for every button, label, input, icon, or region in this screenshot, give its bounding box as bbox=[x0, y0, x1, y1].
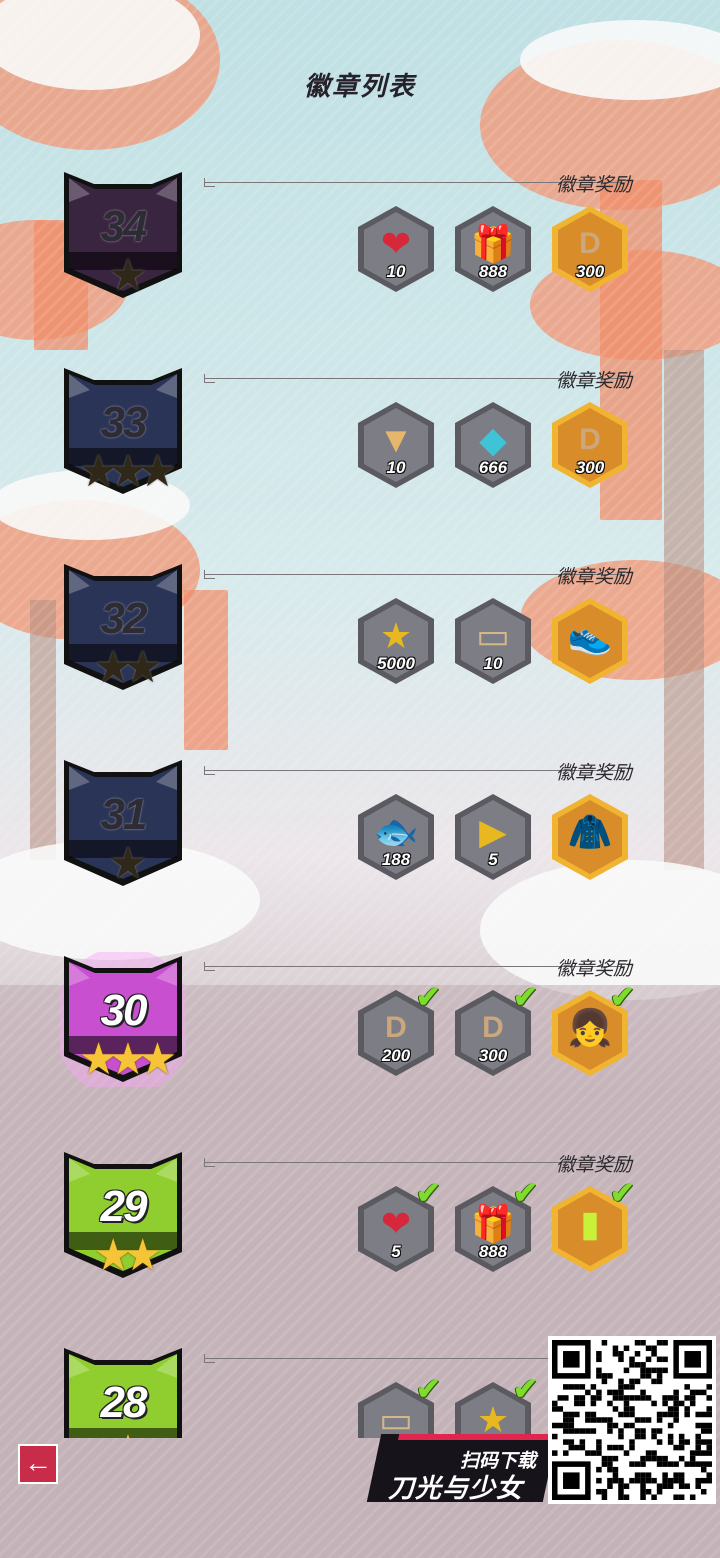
claimed-check-icon: ✔ bbox=[609, 981, 635, 1014]
page-title: 徽章列表 bbox=[303, 71, 416, 101]
badge-stars: ★★ bbox=[93, 643, 163, 692]
badge-stars: ★★★ bbox=[78, 447, 177, 496]
qr-code-image[interactable] bbox=[548, 1336, 716, 1504]
claimed-check-icon: ✔ bbox=[415, 1177, 441, 1210]
badge-row: 徽章奖励 32 ★★ ★ 5000 ▭ 10 👟 bbox=[0, 560, 720, 756]
level-badge[interactable]: 28 ★ bbox=[60, 1344, 186, 1438]
heart-upgrade-icon: ❤ bbox=[380, 223, 412, 264]
reward-label: 徽章奖励 bbox=[555, 175, 632, 196]
reward-quantity: 300 bbox=[575, 458, 605, 477]
reward-item[interactable]: 🧥 bbox=[549, 792, 631, 882]
reward-quantity: 5 bbox=[488, 850, 498, 869]
reward-item[interactable]: ❤ 10 bbox=[355, 204, 437, 294]
claimed-check-icon: ✔ bbox=[512, 1373, 538, 1406]
reward-item[interactable]: 🐟 188 bbox=[355, 792, 437, 882]
claimed-check-icon: ✔ bbox=[415, 1373, 441, 1406]
badge-row: 徽章奖励 34 ★ ❤ 10 🎁 888 D 300 bbox=[0, 168, 720, 364]
reward-quantity: 10 bbox=[483, 654, 503, 673]
reward-item[interactable]: 🎁 888 ✔ bbox=[452, 1177, 538, 1274]
reward-item[interactable]: ▶ 5 bbox=[452, 792, 534, 882]
level-badge[interactable]: 31 ★ bbox=[60, 756, 186, 891]
level-badge[interactable]: 32 ★★ bbox=[60, 560, 186, 695]
promo-game-name: 刀光与少女 bbox=[388, 1473, 524, 1503]
badge-stars: ★★★ bbox=[78, 1035, 177, 1084]
reward-item[interactable]: ▮ ✔ bbox=[549, 1177, 635, 1274]
reward-item[interactable]: ★ ✔ bbox=[452, 1373, 538, 1438]
reward-label: 徽章奖励 bbox=[555, 567, 632, 588]
reward-items: ★ 5000 ▭ 10 👟 bbox=[355, 596, 635, 688]
badge-level-number: 31 bbox=[100, 790, 148, 839]
reward-item[interactable]: ▭ 10 bbox=[452, 596, 534, 686]
reward-quantity: 10 bbox=[386, 458, 406, 477]
reward-items: D 200 ✔ D 300 ✔ 👧 ✔ bbox=[355, 981, 635, 1080]
reward-label: 徽章奖励 bbox=[555, 959, 632, 980]
reward-items: 🐟 188 ▶ 5 🧥 bbox=[355, 792, 635, 884]
level-badge[interactable]: 33 ★★★ bbox=[60, 364, 186, 499]
reward-quantity: 300 bbox=[575, 262, 605, 281]
reward-items: ❤ 10 🎁 888 D 300 bbox=[355, 204, 635, 296]
reward-quantity: 666 bbox=[478, 458, 508, 477]
reward-item[interactable]: D 300 bbox=[549, 400, 631, 490]
reward-label: 徽章奖励 bbox=[555, 371, 632, 392]
badge-stars: ★ bbox=[60, 1430, 186, 1439]
reward-item[interactable]: ❤ 5 ✔ bbox=[355, 1177, 441, 1274]
reward-quantity: 5000 bbox=[377, 654, 415, 673]
claimed-check-icon: ✔ bbox=[609, 1177, 635, 1210]
reward-items: ▼ 10 ◆ 666 D 300 bbox=[355, 400, 635, 492]
crystal-icon: ◆ bbox=[479, 419, 507, 460]
reward-item[interactable]: D 200 ✔ bbox=[355, 981, 441, 1078]
badge-stars: ★★ bbox=[93, 1231, 163, 1280]
reward-item[interactable]: ▭ ✔ bbox=[355, 1373, 441, 1438]
gift-box-icon: 🎁 bbox=[470, 223, 516, 264]
reward-item[interactable]: 🎁 888 bbox=[452, 204, 534, 294]
claimed-check-icon: ✔ bbox=[415, 981, 441, 1014]
reward-label: 徽章奖励 bbox=[555, 763, 632, 784]
claimed-check-icon: ✔ bbox=[512, 1177, 538, 1210]
reward-item[interactable]: D 300 ✔ bbox=[452, 981, 538, 1078]
reward-items: ❤ 5 ✔ 🎁 888 ✔ ▮ ✔ bbox=[355, 1177, 635, 1276]
badge-row: 徽章奖励 29 ★★ ❤ 5 ✔ 🎁 888 ✔ ▮ ✔ bbox=[0, 1148, 720, 1344]
reward-quantity: 888 bbox=[478, 1242, 508, 1261]
coupon-d-icon: D bbox=[579, 227, 601, 260]
reward-item[interactable]: D 300 bbox=[549, 204, 631, 294]
reward-quantity: 188 bbox=[381, 850, 411, 869]
reward-item[interactable]: ★ 5000 bbox=[355, 596, 437, 686]
level-badge[interactable]: 30 ★★★ bbox=[60, 952, 186, 1087]
badge-row: 徽章奖励 31 ★ 🐟 188 ▶ 5 🧥 bbox=[0, 756, 720, 952]
reward-item[interactable]: 👟 bbox=[549, 596, 631, 686]
badge-level-number: 29 bbox=[100, 1182, 148, 1231]
sneakers-icon: 👟 bbox=[567, 615, 613, 656]
badge-level-number: 28 bbox=[100, 1378, 148, 1427]
reward-item[interactable]: 👧 ✔ bbox=[549, 981, 635, 1078]
badge-level-number: 30 bbox=[100, 986, 148, 1035]
video-box-icon: ▶ bbox=[479, 811, 507, 852]
coupon-d-icon: D bbox=[579, 423, 601, 456]
reward-item[interactable]: ▼ 10 bbox=[355, 400, 437, 490]
ticket-icon: ▭ bbox=[475, 615, 510, 656]
badge-level-number: 34 bbox=[100, 202, 148, 251]
badge-stars: ★ bbox=[108, 251, 147, 300]
jacket-icon: 🧥 bbox=[567, 811, 613, 852]
badge-row: 徽章奖励 33 ★★★ ▼ 10 ◆ 666 D 300 bbox=[0, 364, 720, 560]
reward-quantity: 200 bbox=[381, 1046, 411, 1065]
scroll-upgrade-icon: ▼ bbox=[378, 419, 414, 460]
level-badge[interactable]: 34 ★ bbox=[60, 168, 186, 303]
reward-item[interactable]: ◆ 666 bbox=[452, 400, 534, 490]
badge-level-number: 32 bbox=[100, 594, 148, 643]
reward-quantity: 888 bbox=[478, 262, 508, 281]
badge-stars: ★ bbox=[108, 839, 147, 888]
claimed-check-icon: ✔ bbox=[512, 981, 538, 1014]
reward-label: 徽章奖励 bbox=[555, 1155, 632, 1176]
reward-quantity: 5 bbox=[391, 1242, 401, 1261]
badge-row: 徽章奖励 30 ★★★ D 200 ✔ D 300 ✔ 👧 ✔ bbox=[0, 952, 720, 1148]
badge-level-number: 33 bbox=[100, 398, 148, 447]
reward-quantity: 10 bbox=[386, 262, 406, 281]
star-coin-icon: ★ bbox=[379, 615, 413, 656]
level-badge[interactable]: 29 ★★ bbox=[60, 1148, 186, 1283]
reward-quantity: 300 bbox=[478, 1046, 508, 1065]
fish-icon: 🐟 bbox=[373, 811, 419, 852]
back-arrow-icon[interactable]: ← bbox=[18, 1444, 58, 1484]
